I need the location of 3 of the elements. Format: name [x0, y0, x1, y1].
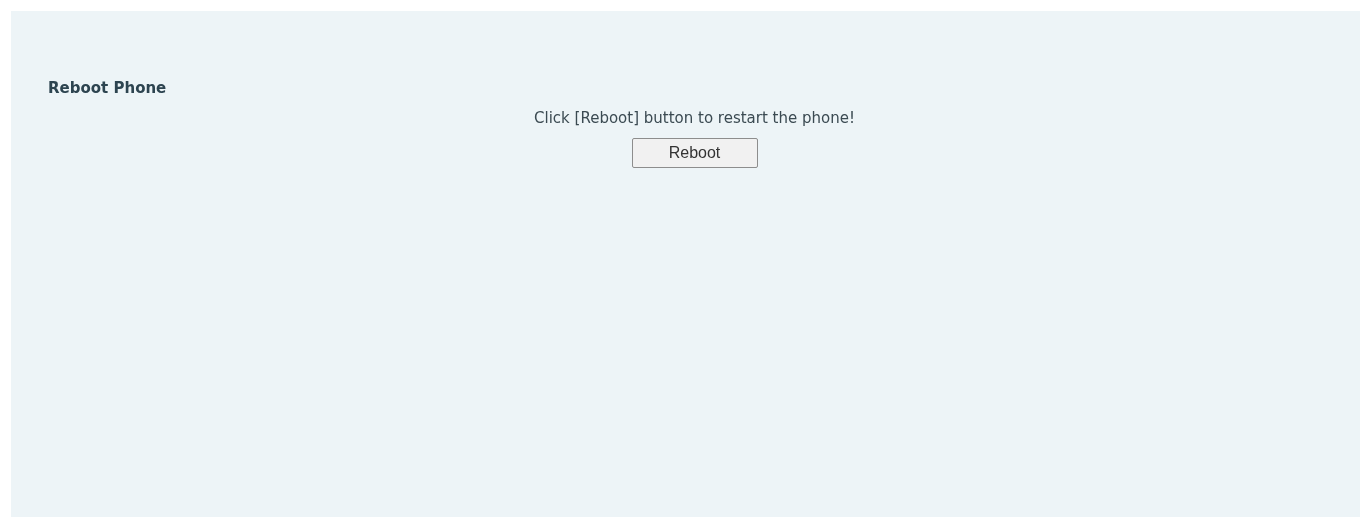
- instruction-text: Click [Reboot] button to restart the phone!: [534, 108, 855, 128]
- reboot-button[interactable]: Reboot: [631, 138, 758, 168]
- section-title: Reboot Phone: [48, 78, 168, 99]
